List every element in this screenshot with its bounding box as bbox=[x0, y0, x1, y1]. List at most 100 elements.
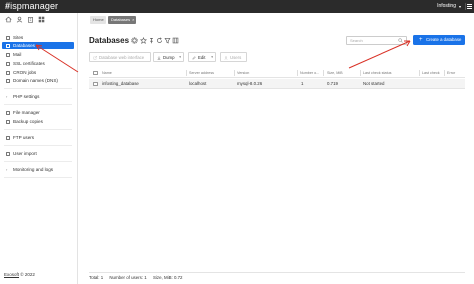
sidebar-item-databases[interactable]: Databases bbox=[2, 42, 74, 49]
cell-users: 1 bbox=[301, 81, 304, 86]
footer-size: Size, MiB: 0.72 bbox=[152, 275, 183, 280]
column-header-version[interactable]: Version bbox=[237, 68, 249, 78]
logo-suffix: manager bbox=[21, 1, 59, 11]
users-icon bbox=[224, 55, 228, 60]
sidebar-item-user-import[interactable]: User import bbox=[2, 150, 74, 157]
copyright-link[interactable]: Exosoft bbox=[4, 272, 19, 277]
copyright: Exosoft © 2022 bbox=[4, 272, 35, 278]
sidebar-item-label: File manager bbox=[13, 110, 40, 115]
divider bbox=[360, 70, 361, 76]
column-header-check-status[interactable]: Last check status bbox=[363, 68, 392, 78]
chevron-right-icon: › bbox=[6, 167, 8, 172]
sidebar-group-label: Monitoring and logs bbox=[13, 167, 54, 172]
status-bar: Total: 1 Number of users: 1 Size, MiB: 0… bbox=[89, 272, 465, 282]
breadcrumb-current-label: Databases bbox=[111, 17, 131, 22]
pin-icon[interactable] bbox=[148, 37, 155, 44]
cell-name: infosting_database bbox=[102, 81, 139, 86]
sidebar-item-label: Databases bbox=[13, 43, 35, 48]
backup-icon bbox=[6, 119, 10, 124]
footer-users: Number of users: 1 bbox=[109, 275, 147, 280]
users-button[interactable]: Users bbox=[220, 52, 247, 62]
table-row[interactable]: infosting_database localhost mysql-8.0.2… bbox=[89, 79, 465, 89]
edit-button[interactable]: Edit ▾ bbox=[188, 52, 216, 62]
pencil-icon bbox=[192, 55, 196, 59]
column-header-error[interactable]: Error bbox=[447, 68, 455, 78]
top-bar: #ispmanager Infosting ▾ bbox=[0, 0, 474, 13]
cell-server: localhost bbox=[189, 81, 207, 86]
mail-icon bbox=[6, 52, 10, 57]
database-web-interface-button[interactable]: Database web interface bbox=[89, 52, 151, 62]
edit-label: Edit bbox=[198, 55, 206, 60]
column-header-last-check[interactable]: Last check bbox=[422, 68, 440, 78]
chevron-down-icon: ▾ bbox=[179, 55, 181, 59]
divider bbox=[4, 161, 72, 162]
divider bbox=[4, 104, 72, 105]
select-all-checkbox[interactable] bbox=[93, 70, 98, 75]
column-header-name[interactable]: Name bbox=[102, 68, 112, 78]
sidebar-item-label: Backup copies bbox=[13, 119, 43, 124]
create-database-button[interactable]: + Create a database bbox=[413, 35, 465, 45]
sidebar-item-backup[interactable]: Backup copies bbox=[2, 118, 74, 125]
person-icon[interactable] bbox=[16, 16, 23, 23]
copyright-year: © 2022 bbox=[20, 272, 35, 277]
table-header: Name Server address Version Number o... … bbox=[89, 68, 465, 78]
chevron-down-icon[interactable]: ▾ bbox=[459, 3, 461, 10]
sidebar-group-php[interactable]: › PHP settings bbox=[2, 93, 74, 100]
sidebar-item-ssl[interactable]: SSL certificates bbox=[2, 60, 74, 67]
toolbar: Database web interface Dump ▾ Edit ▾ Use… bbox=[89, 52, 465, 63]
column-header-server[interactable]: Server address bbox=[189, 68, 214, 78]
divider bbox=[4, 177, 72, 178]
home-icon[interactable] bbox=[5, 16, 12, 23]
sidebar-group-label: PHP settings bbox=[13, 94, 40, 99]
hamburger-menu-icon[interactable] bbox=[467, 4, 472, 9]
divider bbox=[4, 129, 72, 130]
database-icon bbox=[6, 43, 10, 48]
sidebar-item-label: Domain names (DNS) bbox=[13, 78, 58, 83]
sidebar-item-label: Sites bbox=[13, 35, 24, 40]
cell-version: mysql-8.0.26 bbox=[237, 81, 263, 86]
grid-icon[interactable] bbox=[38, 16, 45, 23]
star-icon[interactable] bbox=[140, 37, 147, 44]
columns-icon[interactable] bbox=[172, 37, 179, 44]
divider bbox=[4, 145, 72, 146]
row-checkbox[interactable] bbox=[93, 81, 98, 86]
search-input[interactable]: Search bbox=[346, 36, 407, 45]
external-link-icon bbox=[93, 55, 97, 59]
users-label: Users bbox=[230, 55, 242, 60]
sidebar: Sites Databases Mail SSL certificates CR… bbox=[0, 13, 78, 284]
search-icon bbox=[398, 38, 403, 43]
breadcrumb-current[interactable]: Databases × bbox=[108, 16, 136, 24]
gear-icon[interactable] bbox=[131, 37, 138, 44]
breadcrumb-home[interactable]: Home bbox=[90, 16, 106, 24]
footer-total: Total: 1 bbox=[89, 275, 104, 280]
sidebar-item-file-manager[interactable]: File manager bbox=[2, 109, 74, 116]
dump-label: Dump bbox=[163, 55, 175, 60]
divider bbox=[419, 70, 420, 76]
cell-check-status: Not started bbox=[363, 81, 385, 86]
sidebar-group-monitoring[interactable]: › Monitoring and logs bbox=[2, 166, 74, 173]
close-icon[interactable]: × bbox=[132, 17, 134, 22]
sidebar-item-cron[interactable]: CRON jobs bbox=[2, 69, 74, 76]
clock-icon bbox=[6, 70, 10, 75]
divider bbox=[4, 88, 72, 89]
filter-icon[interactable] bbox=[164, 37, 171, 44]
column-header-size[interactable]: Size, MiB bbox=[327, 68, 343, 78]
sidebar-item-mail[interactable]: Mail bbox=[2, 51, 74, 58]
column-header-users[interactable]: Number o... bbox=[300, 68, 319, 78]
building-icon[interactable] bbox=[27, 16, 34, 23]
dump-button[interactable]: Dump ▾ bbox=[153, 52, 184, 62]
refresh-icon[interactable] bbox=[156, 37, 163, 44]
sidebar-item-sites[interactable]: Sites bbox=[2, 34, 74, 41]
sidebar-item-dns[interactable]: Domain names (DNS) bbox=[2, 77, 74, 84]
cell-size: 0.719 bbox=[327, 81, 338, 86]
app-logo[interactable]: #ispmanager bbox=[5, 1, 58, 12]
download-icon bbox=[157, 55, 161, 60]
divider bbox=[465, 3, 466, 10]
create-database-label: Create a database bbox=[426, 37, 462, 42]
user-menu[interactable]: Infosting bbox=[437, 3, 456, 10]
folder-icon bbox=[6, 110, 10, 115]
sites-icon bbox=[6, 35, 10, 40]
divider bbox=[444, 70, 445, 76]
sidebar-item-label: Mail bbox=[13, 52, 22, 57]
sidebar-item-ftp-users[interactable]: FTP users bbox=[2, 134, 74, 141]
